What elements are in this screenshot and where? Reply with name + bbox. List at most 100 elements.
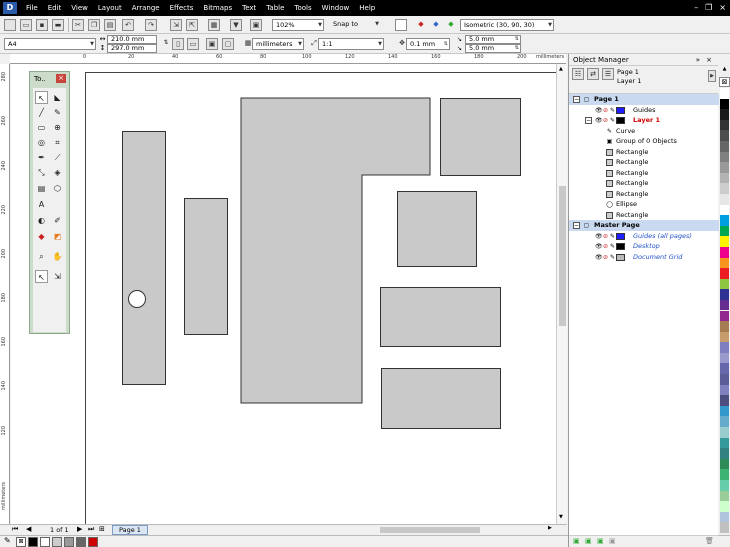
- units-select[interactable]: millimeters ▼: [252, 38, 304, 50]
- palette-color-swatch[interactable]: [720, 268, 729, 279]
- drawing-canvas[interactable]: [11, 64, 562, 542]
- palette-color-swatch[interactable]: [720, 427, 729, 438]
- new-master-layer-all-icon[interactable]: ▣: [597, 537, 604, 545]
- object-row[interactable]: Rectangle: [569, 168, 719, 179]
- menu-bitmaps[interactable]: Bitmaps: [198, 0, 237, 16]
- palette-color-swatch[interactable]: [720, 395, 729, 406]
- scroll-down-icon[interactable]: ▼: [559, 514, 563, 520]
- palette-color-swatch[interactable]: [720, 88, 729, 99]
- menu-edit[interactable]: Edit: [43, 0, 67, 16]
- zoom-select[interactable]: 102% ▼: [272, 19, 324, 31]
- palette-color-swatch[interactable]: [720, 183, 729, 194]
- rectangle-shape[interactable]: [397, 191, 477, 267]
- ellipse-tool-icon[interactable]: ◎: [35, 136, 48, 149]
- palette-color-swatch[interactable]: [720, 151, 729, 163]
- editable-pencil-icon[interactable]: ✎: [609, 243, 616, 250]
- collapse-icon[interactable]: −: [585, 116, 592, 124]
- pick-tool-icon[interactable]: ↖: [35, 91, 48, 104]
- next-page-icon[interactable]: ▶: [77, 525, 82, 533]
- palette-color-swatch[interactable]: [720, 172, 729, 184]
- editable-pencil-icon[interactable]: ✎: [609, 117, 616, 124]
- new-document-icon[interactable]: [4, 19, 16, 31]
- visibility-eye-icon[interactable]: 👁: [595, 117, 603, 124]
- printable-icon[interactable]: ⊘: [602, 107, 609, 114]
- palette-color-swatch[interactable]: [720, 162, 729, 173]
- publish-pdf-icon[interactable]: ▼: [230, 19, 242, 31]
- palette-color-swatch[interactable]: [720, 98, 729, 110]
- welcome-screen-icon[interactable]: ▣: [250, 19, 262, 31]
- cube-red-icon[interactable]: ◆: [415, 19, 427, 31]
- visibility-eye-icon[interactable]: 👁: [595, 254, 603, 261]
- rectangle-tool-icon[interactable]: ▭: [35, 121, 48, 134]
- magnifier-icon[interactable]: ⌕: [35, 250, 48, 263]
- printable-icon[interactable]: ⊘: [602, 117, 609, 124]
- fill-tool-icon[interactable]: ◐: [35, 214, 48, 227]
- horizontal-ruler[interactable]: 0 20 40 60 80 100 120 140 160 180 200 mi…: [10, 54, 566, 64]
- object-row[interactable]: ✎ Curve: [569, 126, 719, 137]
- pen-tool-icon[interactable]: ✒: [35, 151, 48, 164]
- document-color-swatch[interactable]: [64, 537, 74, 547]
- line-tool-icon[interactable]: ⟋: [51, 151, 64, 164]
- master-layer-even-icon[interactable]: ▣: [609, 537, 616, 545]
- new-layer-icon[interactable]: ▣: [573, 537, 580, 545]
- editable-pencil-icon[interactable]: ✎: [609, 233, 616, 240]
- open-icon[interactable]: ▭: [20, 19, 32, 31]
- palette-color-swatch[interactable]: [720, 342, 729, 353]
- menu-arrange[interactable]: Arrange: [127, 0, 165, 16]
- palette-color-swatch[interactable]: [720, 310, 729, 322]
- visibility-eye-icon[interactable]: 👁: [595, 233, 603, 240]
- mesh-fill-icon[interactable]: ◩: [51, 230, 64, 243]
- all-pages-icon[interactable]: ▣: [206, 38, 218, 50]
- rectangle-shape[interactable]: [380, 287, 501, 347]
- layer-row[interactable]: 👁 ⊘ ✎ Guides (all pages): [569, 231, 719, 242]
- palette-color-swatch[interactable]: [720, 522, 729, 533]
- printable-icon[interactable]: ⊘: [602, 254, 609, 261]
- palette-color-swatch[interactable]: [720, 278, 729, 290]
- duplicate-x-input[interactable]: 5.0 mm ⇅: [465, 35, 521, 44]
- close-icon[interactable]: ×: [706, 54, 712, 66]
- scroll-up-icon[interactable]: ▲: [559, 66, 563, 72]
- minimize-icon[interactable]: –: [694, 0, 698, 16]
- cube-green-icon[interactable]: ◆: [445, 19, 457, 31]
- palette-color-swatch[interactable]: [720, 119, 729, 131]
- horizontal-scroll-thumb[interactable]: [380, 527, 480, 533]
- palette-color-swatch[interactable]: [720, 130, 729, 141]
- palette-color-swatch[interactable]: [720, 236, 729, 247]
- ellipse-shape[interactable]: [128, 290, 146, 308]
- first-page-icon[interactable]: ⏮: [12, 525, 18, 534]
- scroll-thumb[interactable]: [559, 186, 566, 326]
- menu-text[interactable]: Text: [237, 0, 261, 16]
- palette-color-swatch[interactable]: [720, 480, 729, 491]
- transform-tool-icon[interactable]: ⇲: [51, 270, 64, 283]
- menu-effects[interactable]: Effects: [165, 0, 199, 16]
- copy-icon[interactable]: ❐: [88, 19, 100, 31]
- palette-color-swatch[interactable]: [720, 511, 729, 523]
- polygon-tool-icon[interactable]: ⬡: [51, 182, 64, 195]
- visibility-eye-icon[interactable]: 👁: [595, 243, 603, 250]
- menu-window[interactable]: Window: [317, 0, 355, 16]
- object-row[interactable]: Rectangle: [569, 210, 719, 221]
- palette-color-swatch[interactable]: [720, 257, 729, 269]
- paste-icon[interactable]: ▤: [104, 19, 116, 31]
- select-arrow-icon[interactable]: ↖: [35, 270, 48, 283]
- view-preset-select[interactable]: Isometric (30, 90, 30) ▼: [460, 19, 554, 31]
- palette-color-swatch[interactable]: [720, 246, 729, 258]
- palette-color-swatch[interactable]: [720, 501, 729, 512]
- palette-color-swatch[interactable]: [720, 225, 729, 237]
- save-icon[interactable]: ▪: [36, 19, 48, 31]
- crop-tool-icon[interactable]: ⌗: [51, 136, 64, 149]
- restore-icon[interactable]: ❐: [705, 0, 712, 16]
- undo-icon[interactable]: ↶: [122, 19, 134, 31]
- delete-icon[interactable]: 🗑: [705, 537, 714, 545]
- object-row[interactable]: Rectangle: [569, 178, 719, 189]
- layer-row[interactable]: − 👁 ⊘ ✎ Layer 1: [569, 115, 719, 126]
- portrait-icon[interactable]: ▯: [172, 38, 184, 50]
- redo-icon[interactable]: ↷: [145, 19, 157, 31]
- drawing-scale-select[interactable]: 1:1 ▼: [318, 38, 384, 50]
- menu-help[interactable]: Help: [354, 0, 380, 16]
- rectangle-shape[interactable]: [184, 198, 228, 335]
- cut-icon[interactable]: ✂: [72, 19, 84, 31]
- palette-color-swatch[interactable]: [720, 458, 729, 470]
- editable-pencil-icon[interactable]: ✎: [609, 107, 616, 114]
- document-color-swatch[interactable]: [40, 537, 50, 547]
